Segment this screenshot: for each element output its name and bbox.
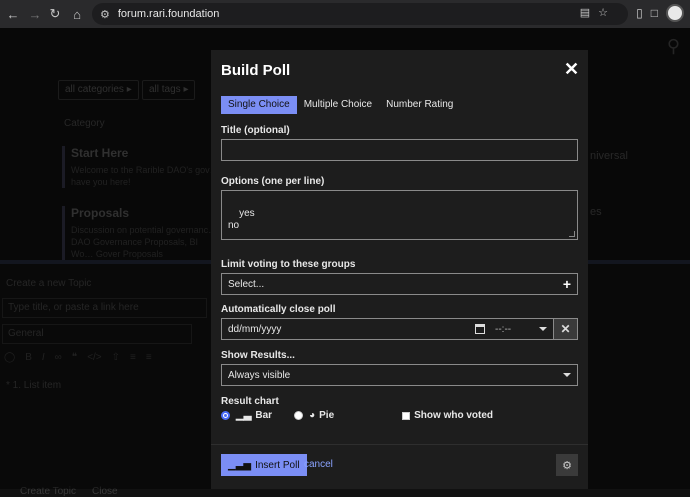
bar-radio[interactable]: [221, 411, 230, 420]
url-text: forum.rari.foundation: [117, 8, 220, 20]
bar-label: Bar: [255, 410, 273, 421]
bookmark-star-icon[interactable]: ☆: [598, 6, 608, 19]
modal-title: Build Poll: [221, 62, 291, 79]
close-icon[interactable]: ✕: [564, 60, 579, 78]
bar-chart-icon: ▁▃▅: [228, 459, 252, 471]
calendar-icon[interactable]: [475, 324, 485, 334]
tab-number-rating[interactable]: Number Rating: [379, 96, 460, 114]
footer-divider: [211, 444, 588, 445]
pie-chart-icon: ◕: [309, 410, 316, 421]
show-results-label: Show Results...: [221, 350, 295, 361]
install-icon[interactable]: ▤: [580, 6, 590, 19]
chevron-down-icon: [563, 373, 571, 377]
insert-poll-button[interactable]: ▁▃▅ Insert Poll: [221, 454, 307, 476]
result-chart-label: Result chart: [221, 396, 279, 407]
poll-title-input[interactable]: [221, 139, 578, 161]
forward-icon[interactable]: →: [24, 3, 46, 25]
profile-avatar[interactable]: [666, 4, 684, 22]
close-poll-label: Automatically close poll: [221, 304, 336, 315]
chevron-down-icon[interactable]: [539, 327, 547, 331]
back-icon[interactable]: ←: [2, 3, 24, 25]
groups-select[interactable]: Select... +: [221, 273, 578, 295]
groups-field-label: Limit voting to these groups: [221, 259, 356, 270]
options-text: yes no: [228, 208, 255, 231]
show-results-select[interactable]: Always visible: [221, 364, 578, 386]
tab-multiple-choice[interactable]: Multiple Choice: [297, 96, 379, 114]
poll-options-textarea[interactable]: yes no: [221, 190, 578, 240]
show-who-voted-label: Show who voted: [414, 410, 494, 421]
address-bar[interactable]: ⚙ forum.rari.foundation: [92, 3, 628, 25]
pie-label: Pie: [319, 410, 335, 421]
poll-type-tabs: Single Choice Multiple Choice Number Rat…: [221, 96, 460, 114]
date-value: dd/mm/yyyy: [228, 323, 282, 335]
close-time-input[interactable]: --:--: [495, 324, 533, 335]
browser-toolbar: ← → ↻ ⌂ ⚙ forum.rari.foundation ▤ ☆ ▯ □: [0, 0, 690, 28]
clear-date-button[interactable]: ✕: [554, 318, 578, 340]
show-who-voted-checkbox[interactable]: [402, 411, 411, 420]
result-chart-options: ▁▃ Bar ◕ Pie Show who voted: [221, 410, 493, 421]
tab-single-choice[interactable]: Single Choice: [221, 96, 297, 114]
plus-icon: +: [562, 276, 571, 292]
groups-select-value: Select...: [228, 278, 265, 290]
close-date-input[interactable]: dd/mm/yyyy --:--: [221, 318, 554, 340]
extensions-icon[interactable]: ▯: [636, 6, 643, 20]
cancel-link[interactable]: cancel: [304, 459, 333, 470]
title-field-label: Title (optional): [221, 125, 290, 136]
pie-radio[interactable]: [294, 411, 304, 420]
sidepanel-icon[interactable]: □: [651, 6, 658, 20]
home-icon[interactable]: ⌂: [66, 3, 88, 25]
site-settings-icon[interactable]: ⚙: [100, 8, 110, 21]
resize-handle[interactable]: [569, 231, 575, 237]
close-poll-datetime: dd/mm/yyyy --:-- ✕: [221, 318, 578, 340]
bar-chart-icon: ▁▃: [236, 410, 252, 421]
insert-poll-label: Insert Poll: [255, 459, 300, 471]
build-poll-modal: Build Poll ✕ Single Choice Multiple Choi…: [211, 50, 588, 489]
gear-icon[interactable]: ⚙: [556, 454, 578, 476]
reload-icon[interactable]: ↻: [44, 3, 66, 25]
options-field-label: Options (one per line): [221, 176, 325, 187]
show-results-value: Always visible: [228, 369, 291, 381]
